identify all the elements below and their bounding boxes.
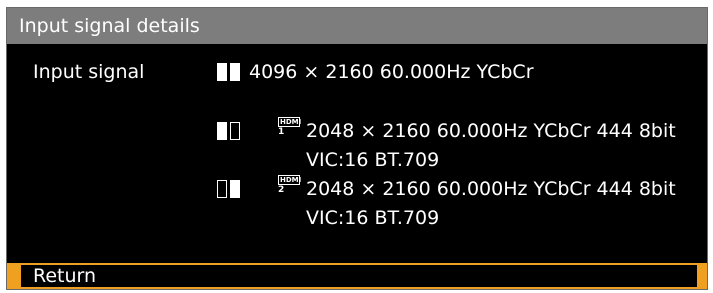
split-screen-right-icon — [217, 180, 242, 198]
hdmi-1-icon: HDMI 1 — [278, 117, 302, 137]
input-signal-value: 4096 × 2160 60.000Hz YCbCr — [249, 61, 534, 83]
window-title: Input signal details — [19, 15, 200, 37]
input-2-signal-line2: VIC:16 BT.709 — [306, 207, 440, 229]
split-screen-both-icon — [217, 63, 242, 81]
hdmi-2-icon: HDMI 2 — [278, 175, 302, 195]
return-button-inner[interactable]: Return — [21, 265, 697, 287]
title-bar: Input signal details — [7, 8, 707, 44]
input-signal-label: Input signal — [33, 61, 145, 83]
split-screen-left-icon — [217, 122, 242, 140]
input-1-signal-line1: 2048 × 2160 60.000Hz YCbCr 444 8bit — [306, 120, 676, 142]
input-signal-details-window: Input signal details Input signal 4096 ×… — [6, 7, 708, 290]
input-1-signal-line2: VIC:16 BT.709 — [306, 149, 440, 171]
input-2-signal-line1: 2048 × 2160 60.000Hz YCbCr 444 8bit — [306, 178, 676, 200]
return-button[interactable]: Return — [7, 263, 707, 289]
return-label: Return — [33, 265, 97, 287]
